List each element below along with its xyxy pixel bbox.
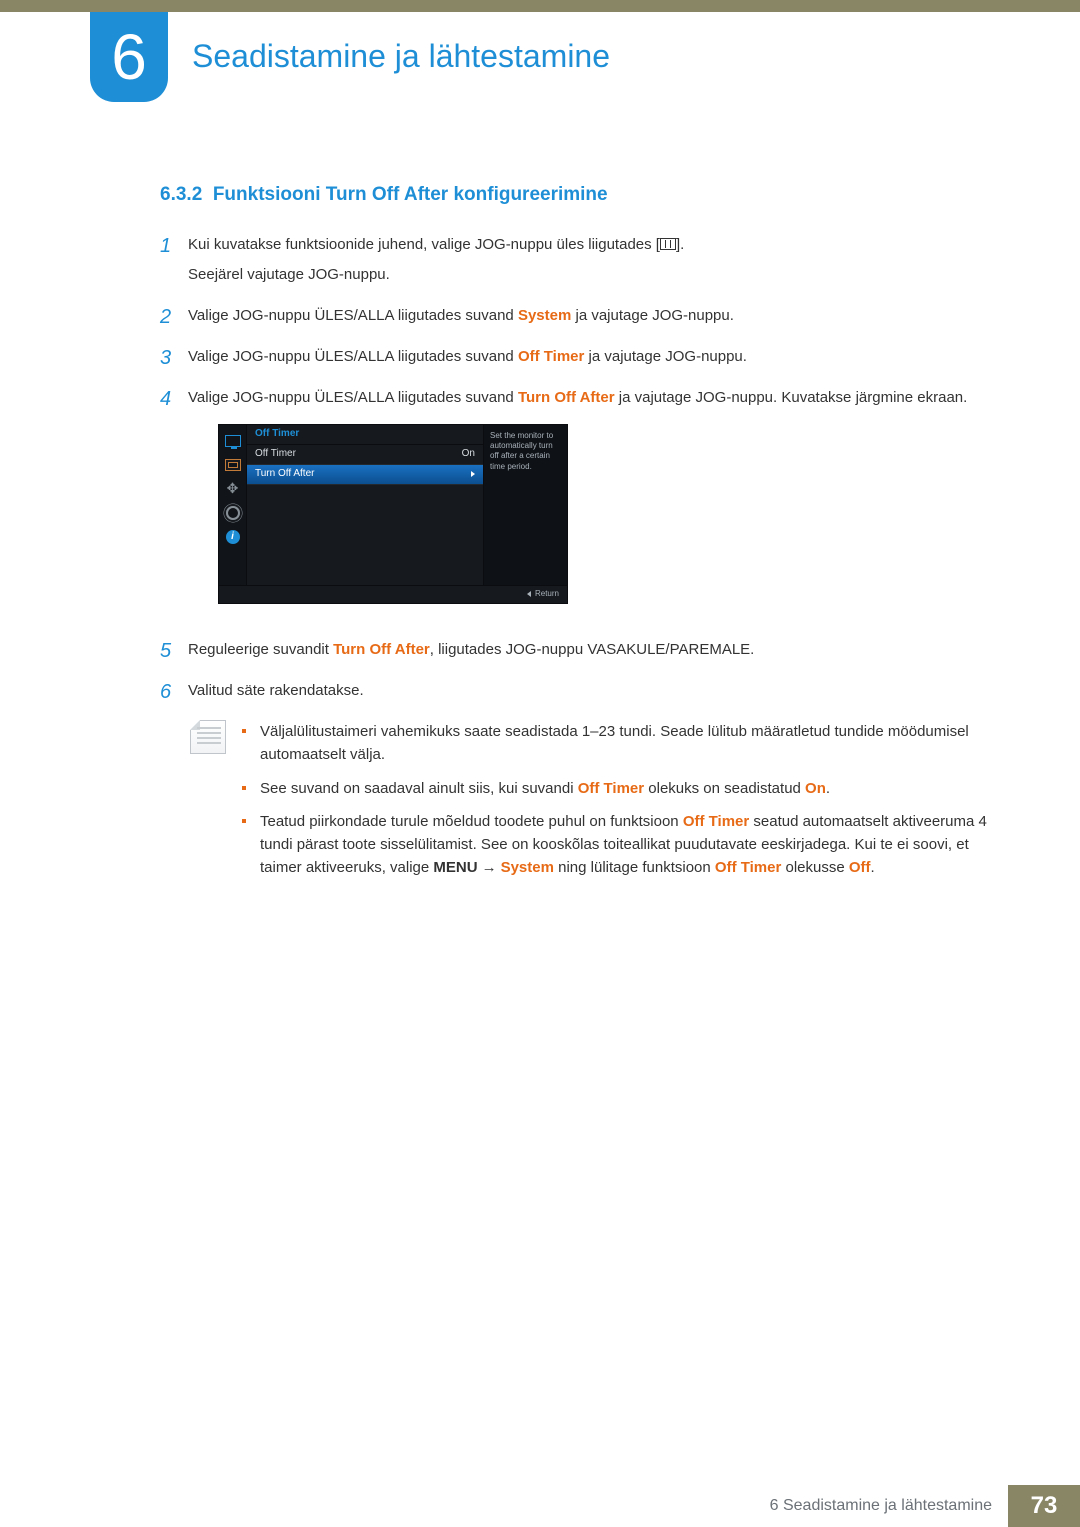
text: Kui kuvatakse funktsioonide juhend, vali…	[188, 236, 660, 253]
step-body: Valige JOG-nuppu ÜLES/ALLA liigutades su…	[188, 386, 1000, 625]
keyword-menu: MENU	[433, 859, 477, 876]
arrows-icon: ✥	[219, 477, 246, 501]
step-number: 2	[160, 304, 188, 333]
keyword-system: System	[518, 307, 571, 324]
osd-title: Off Timer	[247, 425, 483, 445]
section-title: Funktsiooni Turn Off After konfigureerim…	[213, 184, 608, 205]
text: , liigutades JOG-nuppu VASAKULE/PAREMALE…	[430, 641, 755, 658]
page-number-badge: 73	[1008, 1485, 1080, 1527]
osd-main: Off Timer Off Timer On Turn Off After	[247, 425, 483, 585]
step-5: 5 Reguleerige suvandit Turn Off After, l…	[160, 638, 1000, 667]
monitor-icon	[219, 429, 246, 453]
osd-panel: ✥ i Off Timer Off Timer On	[218, 424, 568, 604]
keyword-off-timer: Off Timer	[715, 859, 781, 876]
picture-icon	[219, 453, 246, 477]
step-2: 2 Valige JOG-nuppu ÜLES/ALLA liigutades …	[160, 304, 1000, 333]
keyword-off-timer: Off Timer	[518, 348, 584, 365]
text: ja vajutage JOG-nuppu.	[584, 348, 747, 365]
text: See suvand on saadaval ainult siis, kui …	[260, 780, 578, 797]
keyword-off-timer: Off Timer	[578, 780, 644, 797]
chevron-left-icon	[527, 591, 531, 597]
note-item: Väljalülitustaimeri vahemikuks saate sea…	[242, 720, 1000, 767]
keyword-turn-off-after: Turn Off After	[518, 389, 615, 406]
gear-icon	[219, 501, 246, 525]
osd-sidebar: ✥ i	[219, 425, 247, 585]
text: Reguleerige suvandit	[188, 641, 333, 658]
step-number: 6	[160, 679, 188, 708]
note-icon	[190, 720, 226, 754]
text: ja vajutage JOG-nuppu. Kuvatakse järgmin…	[615, 389, 968, 406]
text: Valitud säte rakendatakse.	[188, 679, 1000, 702]
osd-screenshot: ✥ i Off Timer Off Timer On	[218, 424, 1000, 604]
step-body: Kui kuvatakse funktsioonide juhend, vali…	[188, 233, 1000, 292]
step-number: 4	[160, 386, 188, 625]
step-number: 5	[160, 638, 188, 667]
step-list: 1 Kui kuvatakse funktsioonide juhend, va…	[160, 233, 1000, 708]
keyword-turn-off-after: Turn Off After	[333, 641, 430, 658]
keyword-system: System	[501, 859, 554, 876]
text: Valige JOG-nuppu ÜLES/ALLA liigutades su…	[188, 389, 518, 406]
text: Teatud piirkondade turule mõeldud toodet…	[260, 813, 683, 830]
top-color-bar	[0, 0, 1080, 12]
footer-chapter-title: 6 Seadistamine ja lähtestamine	[754, 1485, 1008, 1527]
osd-description: Set the monitor to automatically turn of…	[483, 425, 567, 585]
osd-footer: Return	[219, 585, 567, 603]
step-body: Valige JOG-nuppu ÜLES/ALLA liigutades su…	[188, 345, 1000, 374]
chapter-title: Seadistamine ja lähtestamine	[192, 32, 610, 82]
chapter-header: 6 Seadistamine ja lähtestamine	[90, 12, 1080, 102]
step-number: 1	[160, 233, 188, 292]
text: Seejärel vajutage JOG-nuppu.	[188, 263, 1000, 286]
section-number: 6.3.2	[160, 184, 202, 205]
step-4: 4 Valige JOG-nuppu ÜLES/ALLA liigutades …	[160, 386, 1000, 625]
keyword-on: On	[805, 780, 826, 797]
text: olekuks on seadistatud	[644, 780, 805, 797]
note-item: Teatud piirkondade turule mõeldud toodet…	[242, 810, 1000, 880]
section-heading: 6.3.2 Funktsiooni Turn Off After konfigu…	[160, 180, 1000, 209]
osd-row-value: On	[462, 446, 475, 462]
arrow-right-icon: →	[482, 859, 497, 876]
step-6: 6 Valitud säte rakendatakse.	[160, 679, 1000, 708]
text: ning lülitage funktsioon	[554, 859, 715, 876]
step-1: 1 Kui kuvatakse funktsioonide juhend, va…	[160, 233, 1000, 292]
text: ].	[676, 236, 684, 253]
info-icon: i	[219, 525, 246, 549]
step-body: Reguleerige suvandit Turn Off After, lii…	[188, 638, 1000, 667]
keyword-off: Off	[849, 859, 871, 876]
step-body: Valitud säte rakendatakse.	[188, 679, 1000, 708]
text: ja vajutage JOG-nuppu.	[571, 307, 734, 324]
page-footer: 6 Seadistamine ja lähtestamine 73	[0, 1485, 1080, 1527]
osd-row-off-timer: Off Timer On	[247, 445, 483, 465]
osd-row-label: Turn Off After	[255, 466, 314, 482]
step-body: Valige JOG-nuppu ÜLES/ALLA liigutades su…	[188, 304, 1000, 333]
text: .	[826, 780, 830, 797]
osd-return-label: Return	[535, 588, 559, 600]
step-number: 3	[160, 345, 188, 374]
osd-empty-area	[247, 485, 483, 585]
note-item: See suvand on saadaval ainult siis, kui …	[242, 777, 1000, 800]
page-content: 6.3.2 Funktsiooni Turn Off After konfigu…	[160, 180, 1000, 890]
chevron-right-icon	[471, 471, 475, 477]
step-3: 3 Valige JOG-nuppu ÜLES/ALLA liigutades …	[160, 345, 1000, 374]
text: olekusse	[781, 859, 849, 876]
text: Valige JOG-nuppu ÜLES/ALLA liigutades su…	[188, 307, 518, 324]
menu-icon	[660, 238, 676, 250]
osd-row-turn-off-after: Turn Off After	[247, 465, 483, 485]
keyword-off-timer: Off Timer	[683, 813, 749, 830]
osd-row-label: Off Timer	[255, 446, 296, 462]
chapter-number-badge: 6	[90, 12, 168, 102]
note-list: Väljalülitustaimeri vahemikuks saate sea…	[242, 720, 1000, 890]
text: .	[871, 859, 875, 876]
note-block: Väljalülitustaimeri vahemikuks saate sea…	[190, 720, 1000, 890]
text: Valige JOG-nuppu ÜLES/ALLA liigutades su…	[188, 348, 518, 365]
